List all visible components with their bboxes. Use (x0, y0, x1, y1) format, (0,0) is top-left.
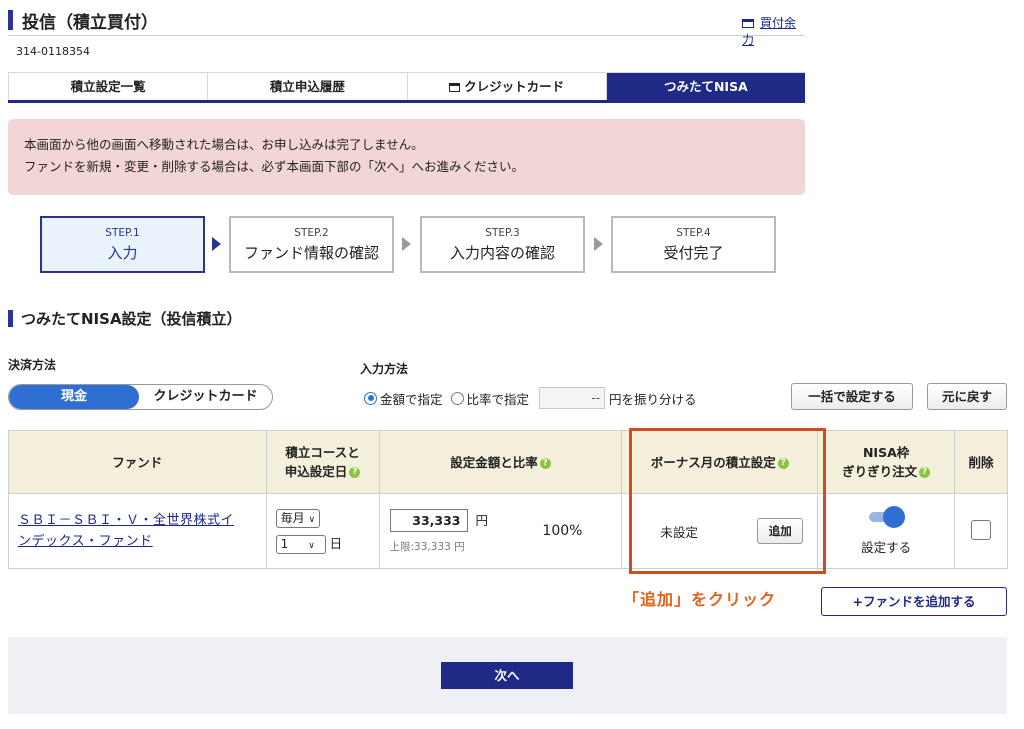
delete-checkbox[interactable] (971, 519, 992, 540)
help-icon[interactable]: ? (349, 467, 361, 478)
warning-notice: 本画面から他の画面へ移動された場合は、お申し込みは完了しません。 ファンドを新規… (8, 119, 805, 195)
tab-tsumitate-nisa[interactable]: つみたてNISA (606, 73, 805, 100)
tab-bar: 積立設定一覧 積立申込履歴 クレジットカード つみたてNISA (8, 72, 805, 103)
input-method-label: 入力方法 (360, 362, 409, 376)
step-arrow-icon (402, 237, 411, 251)
add-fund-button[interactable]: +ファンドを追加する (821, 587, 1007, 616)
bulk-set-button[interactable]: 一括で設定する (791, 383, 913, 410)
header-delete: 削除 (954, 430, 1008, 494)
payment-method-label: 決済方法 (8, 358, 57, 372)
page-header: 投信（積立買付） 買付余力 (8, 6, 805, 47)
next-button[interactable]: 次へ (441, 662, 573, 689)
header-bonus: ボーナス月の積立設定? (621, 430, 819, 494)
help-icon[interactable]: ? (539, 457, 551, 469)
payment-method-toggle: 現金 クレジットカード (8, 384, 273, 410)
reset-button[interactable]: 元に戻す (927, 383, 1007, 410)
title-marker (8, 10, 13, 30)
header-fund: ファンド (8, 430, 267, 494)
amount-cell: 33,333 円 上限:33,333 円 100% (378, 493, 623, 569)
chevron-down-icon: ∨ (308, 541, 315, 551)
header-nisa: NISA枠 ぎりぎり注文? (817, 430, 956, 494)
step-arrow-icon (594, 237, 603, 251)
instruction-annotation: 「追加」をクリック (623, 590, 777, 609)
fund-cell: ＳＢＩ－ＳＢＩ・Ｖ・全世界株式イ ンデックス・ファンド (8, 493, 267, 569)
help-icon[interactable]: ? (777, 457, 789, 469)
nisa-toggle-switch[interactable] (867, 506, 906, 528)
tab-schedule-list[interactable]: 積立設定一覧 (8, 73, 209, 100)
account-number: 314-0118354 (16, 45, 90, 58)
chevron-down-icon: ∨ (308, 515, 316, 525)
fund-table: ファンド 積立コースと 申込設定日? 設定金額と比率? ボーナス月の積立設定? … (8, 430, 1008, 569)
notice-line: ファンドを新規・変更・削除する場合は、必ず本画面下部の「次へ」へお進みください。 (24, 159, 525, 174)
step-3: STEP.3 入力内容の確認 (420, 216, 585, 273)
radio-ratio-label: 比率で指定 (466, 391, 530, 407)
ratio-value: 100% (542, 523, 583, 539)
notice-line: 本画面から他の画面へ移動された場合は、お申し込みは完了しません。 (24, 137, 424, 152)
amount-limit: 上限:33,333 円 (389, 540, 465, 553)
payment-card-option[interactable]: クレジットカード (139, 385, 272, 409)
table-row: ＳＢＩ－ＳＢＩ・Ｖ・全世界株式イ ンデックス・ファンド 毎月 ∨ 1 ∨ 日 33,… (8, 493, 1008, 569)
radio-amount-label: 金額で指定 (380, 391, 443, 407)
distribute-text: 円を振り分ける (609, 391, 697, 407)
bonus-cell: 未設定 追加 (621, 493, 819, 569)
nisa-status: 設定する (861, 540, 912, 555)
header-amount-ratio: 設定金額と比率? (378, 430, 623, 494)
radio-amount[interactable] (364, 391, 377, 405)
step-2: STEP.2 ファンド情報の確認 (229, 216, 394, 273)
step-1: STEP.1 入力 (40, 216, 205, 273)
step-arrow-icon (212, 237, 221, 251)
course-cell: 毎月 ∨ 1 ∨ 日 (265, 493, 380, 569)
delete-cell (954, 493, 1008, 569)
payment-cash-option[interactable]: 現金 (9, 385, 139, 409)
tab-application-history[interactable]: 積立申込履歴 (208, 73, 408, 100)
section-title: つみたてNISA設定（投信積立） (8, 308, 242, 329)
input-method-controls: 金額で指定 比率で指定 -- 円を振り分ける (364, 387, 697, 409)
bonus-status: 未設定 (660, 524, 698, 540)
radio-ratio[interactable] (450, 391, 464, 405)
nisa-cell: 設定する (817, 493, 956, 569)
amount-input[interactable]: 33,333 (389, 508, 468, 532)
buying-power-link[interactable]: 買付余力 (742, 14, 805, 48)
course-select[interactable]: 毎月 ∨ (275, 509, 321, 528)
page-title: 投信（積立買付） (22, 13, 158, 33)
header-course: 積立コースと 申込設定日? (265, 430, 380, 494)
bonus-add-button[interactable]: 追加 (757, 518, 804, 544)
step-4: STEP.4 受付完了 (611, 216, 776, 273)
fund-name-link[interactable]: ＳＢＩ－ＳＢＩ・Ｖ・全世界株式イ ンデックス・ファンド (18, 513, 234, 549)
help-icon[interactable]: ? (919, 467, 931, 478)
step-indicator: STEP.1 入力 STEP.2 ファンド情報の確認 STEP.3 入力内容の確… (40, 216, 780, 274)
table-header-row: ファンド 積立コースと 申込設定日? 設定金額と比率? ボーナス月の積立設定? … (8, 430, 1008, 494)
day-select[interactable]: 1 ∨ (275, 535, 326, 554)
tab-credit-card[interactable]: クレジットカード (408, 73, 607, 100)
window-icon (742, 19, 754, 28)
window-icon (449, 83, 461, 92)
ratio-input[interactable]: -- (539, 387, 606, 409)
